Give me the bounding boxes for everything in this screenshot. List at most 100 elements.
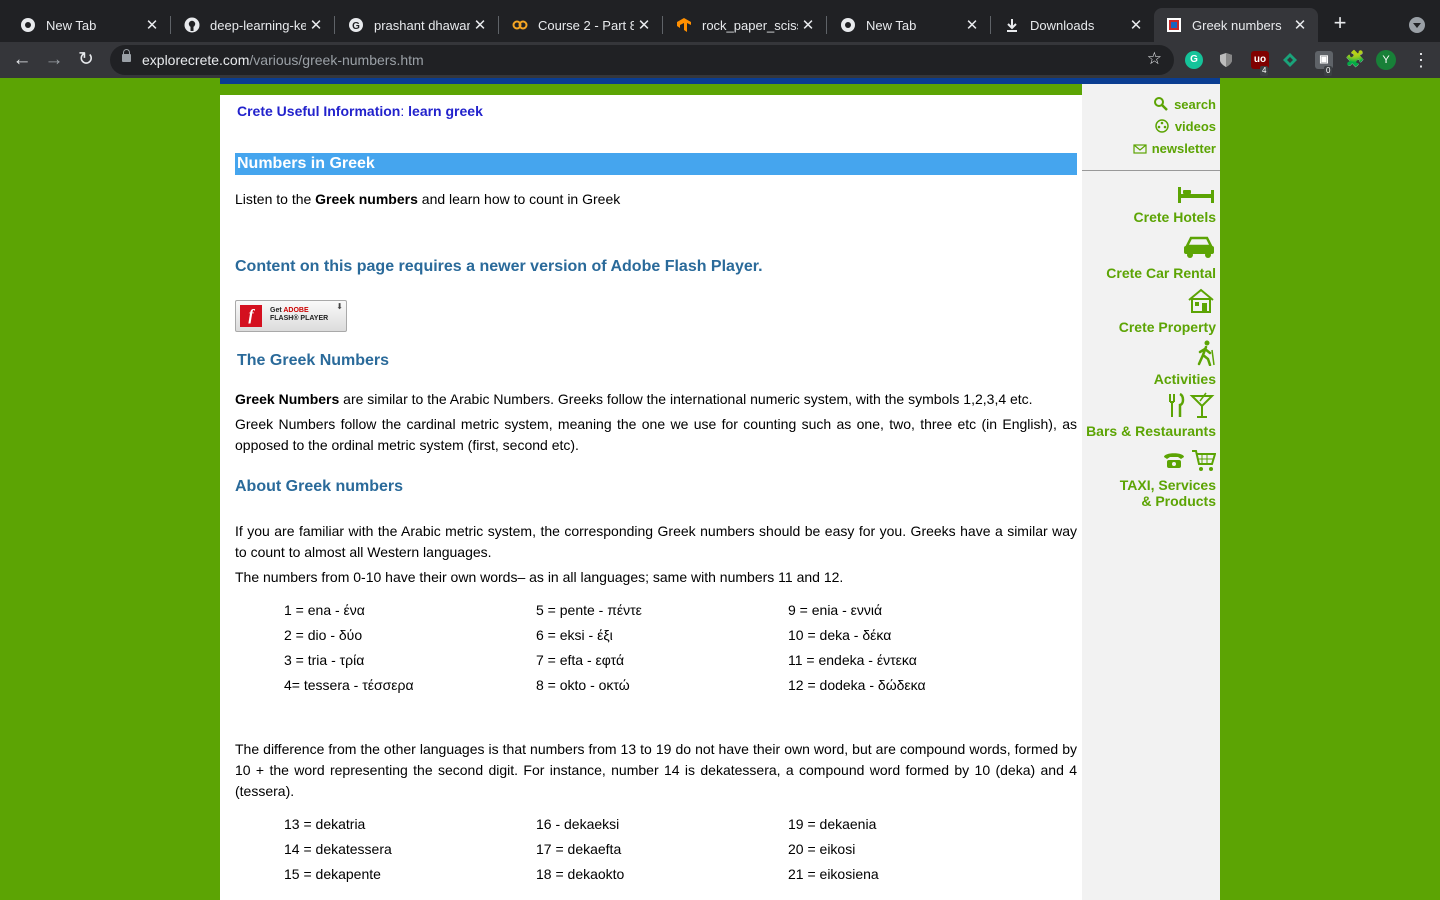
page-title: Numbers in Greek (235, 153, 1077, 175)
forward-arrow-icon[interactable]: → (42, 48, 66, 72)
flash-button-brand: ADOBE (283, 307, 309, 314)
tab-new-tab-2[interactable]: New Tab ✕ (820, 8, 990, 42)
number-entry: 9 = enia - εννιά (788, 602, 883, 618)
url-path: /various/greek-numbers.htm (249, 52, 424, 68)
number-entry: 18 = dekaokto (536, 866, 625, 882)
tab-title: rock_paper_sciss (702, 17, 798, 33)
google-icon: G (348, 17, 364, 33)
close-icon[interactable]: ✕ (962, 16, 982, 34)
number-entry: 1 = ena - ένα (284, 602, 365, 618)
tab-new-tab-1[interactable]: New Tab ✕ (0, 8, 170, 42)
breadcrumb-section-link[interactable]: learn greek (408, 103, 483, 119)
number-entry: 5 = pente - πέντε (536, 602, 642, 618)
url-text[interactable]: explorecrete.com/various/greek-numbers.h… (142, 52, 424, 68)
get-flash-player-button[interactable]: f Get ADOBE FLASH® PLAYER ⬇ (235, 300, 347, 332)
svg-text:G: G (352, 21, 360, 32)
sidebar-link-newsletter[interactable]: newsletter (1133, 141, 1216, 156)
new-tab-button[interactable]: + (1330, 12, 1350, 36)
number-entry: 7 = efta - εφτά (536, 652, 625, 668)
envelope-icon (1133, 143, 1147, 155)
numbers-column: 19 = dekaenia 20 = eikosi 21 = eikosiena (788, 812, 1040, 887)
magnifier-icon (1153, 96, 1169, 112)
address-bar[interactable]: explorecrete.com/various/greek-numbers.h… (110, 45, 1174, 75)
section-heading-greek-numbers: The Greek Numbers (237, 352, 390, 369)
numbers-column: 1 = ena - ένα 2 = dio - δύο 3 = tria - τ… (284, 598, 536, 698)
numbers-column: 9 = enia - εννιά 10 = deka - δέκα 11 = e… (788, 598, 1040, 698)
browser-tab-strip: New Tab ✕ deep-learning-ke ✕ G prashant … (0, 0, 1440, 42)
close-icon[interactable]: ✕ (1126, 16, 1146, 34)
sidebar-item-hotels[interactable]: Crete Hotels (1134, 184, 1216, 225)
number-entry: 17 = dekaefta (536, 841, 622, 857)
sidebar-link-label: search (1174, 96, 1216, 112)
tab-tensorflow[interactable]: rock_paper_sciss ✕ (656, 8, 826, 42)
numbers-column: 16 - dekaeksi 17 = dekaefta 18 = dekaokt… (536, 812, 788, 887)
extensions-puzzle-icon[interactable]: 🧩 (1345, 51, 1365, 69)
close-icon[interactable]: ✕ (306, 16, 326, 34)
sidebar-item-property[interactable]: Crete Property (1119, 288, 1216, 335)
shield-extension-icon[interactable] (1217, 51, 1235, 69)
sidebar-item-car-rental[interactable]: Crete Car Rental (1106, 234, 1216, 281)
tab-title: New Tab (46, 17, 97, 33)
tab-title: Greek numbers (1192, 17, 1282, 33)
number-entry: 8 = okto - οκτώ (536, 677, 630, 693)
bookmark-star-icon[interactable]: ☆ (1147, 49, 1162, 69)
number-entry: 3 = tria - τρία (284, 652, 365, 668)
intro-text-end: and learn how to count in Greek (417, 191, 621, 207)
sidebar-item-label: Crete Car Rental (1106, 265, 1216, 281)
number-entry: 20 = eikosi (788, 841, 856, 857)
sidebar-link-videos[interactable]: videos (1154, 118, 1216, 134)
number-entry: 12 = dodeka - δώδεκα (788, 677, 926, 693)
sidebar-link-search[interactable]: search (1153, 96, 1216, 112)
sidebar-item-label: Crete Hotels (1133, 209, 1216, 225)
flash-button-product: FLASH® PLAYER (270, 315, 329, 322)
number-entry: 2 = dio - δύο (284, 627, 363, 643)
close-icon[interactable]: ✕ (798, 16, 818, 34)
tab-google-search[interactable]: G prashant dhawan ✕ (328, 8, 498, 42)
flash-logo-icon: f (240, 305, 262, 327)
chrome-icon (840, 17, 856, 33)
ublock-badge: 4 (1260, 66, 1269, 76)
tab-coursera[interactable]: Course 2 - Part 8 ✕ (492, 8, 662, 42)
breadcrumb-separator: : (400, 103, 405, 119)
kebab-menu-icon[interactable]: ⋮ (1412, 48, 1430, 72)
close-icon[interactable]: ✕ (1290, 16, 1310, 34)
sidebar-link-label: videos (1174, 118, 1216, 134)
url-host: explorecrete.com (142, 52, 250, 68)
sidebar-item-bars-restaurants[interactable]: Bars & Restaurants (1086, 392, 1216, 439)
number-entry: 13 = dekatria (284, 816, 366, 832)
reload-icon[interactable]: ↻ (74, 48, 98, 72)
sidebar-item-activities[interactable]: Activities (1154, 340, 1216, 387)
sidebar-item-label: Bars & Restaurants (1086, 423, 1216, 439)
flash-button-label: Get ADOBE FLASH® PLAYER (270, 307, 328, 323)
cutlery-cocktail-icon (1166, 392, 1216, 421)
tab-github[interactable]: deep-learning-ke ✕ (164, 8, 334, 42)
film-reel-icon (1154, 118, 1170, 134)
sidebar-item-label: TAXI, Services (1119, 477, 1216, 493)
tab-title: deep-learning-ke (210, 17, 306, 33)
vpn-extension-icon[interactable] (1281, 51, 1299, 69)
number-entry: 6 = eksi - έξι (536, 627, 613, 643)
section-heading-about-greek-numbers: About Greek numbers (235, 478, 404, 495)
section2-paragraph-2: The numbers from 0-10 have their own wor… (235, 569, 844, 585)
chrome-icon (20, 17, 36, 33)
sidebar-item-taxi-services[interactable]: TAXI, Services & Products (1119, 448, 1217, 509)
number-entry: 15 = dekapente (284, 866, 381, 882)
number-entry: 14 = dekatessera (284, 841, 392, 857)
tab-greek-numbers[interactable]: Greek numbers ✕ (1154, 8, 1318, 42)
close-icon[interactable]: ✕ (142, 16, 162, 34)
tab-downloads[interactable]: Downloads ✕ (984, 8, 1154, 42)
section1-paragraph-2: Greek Numbers follow the cardinal metric… (235, 416, 1077, 453)
profile-avatar[interactable]: Y (1376, 50, 1396, 70)
tab-title: Downloads (1030, 17, 1095, 33)
grammarly-extension-icon[interactable]: G (1185, 51, 1203, 69)
tab-title: New Tab (866, 17, 917, 33)
download-arrow-icon: ⬇ (336, 302, 343, 311)
close-icon[interactable]: ✕ (470, 16, 490, 34)
back-arrow-icon[interactable]: ← (10, 48, 34, 72)
breadcrumb-site-link[interactable]: Crete Useful Information (237, 103, 400, 119)
intro-bold-text: Greek numbers (315, 191, 418, 207)
lock-icon[interactable] (122, 49, 131, 62)
numbers-column: 13 = dekatria 14 = dekatessera 15 = deka… (284, 812, 536, 887)
close-icon[interactable]: ✕ (634, 16, 654, 34)
tab-search-button[interactable] (1409, 17, 1425, 33)
